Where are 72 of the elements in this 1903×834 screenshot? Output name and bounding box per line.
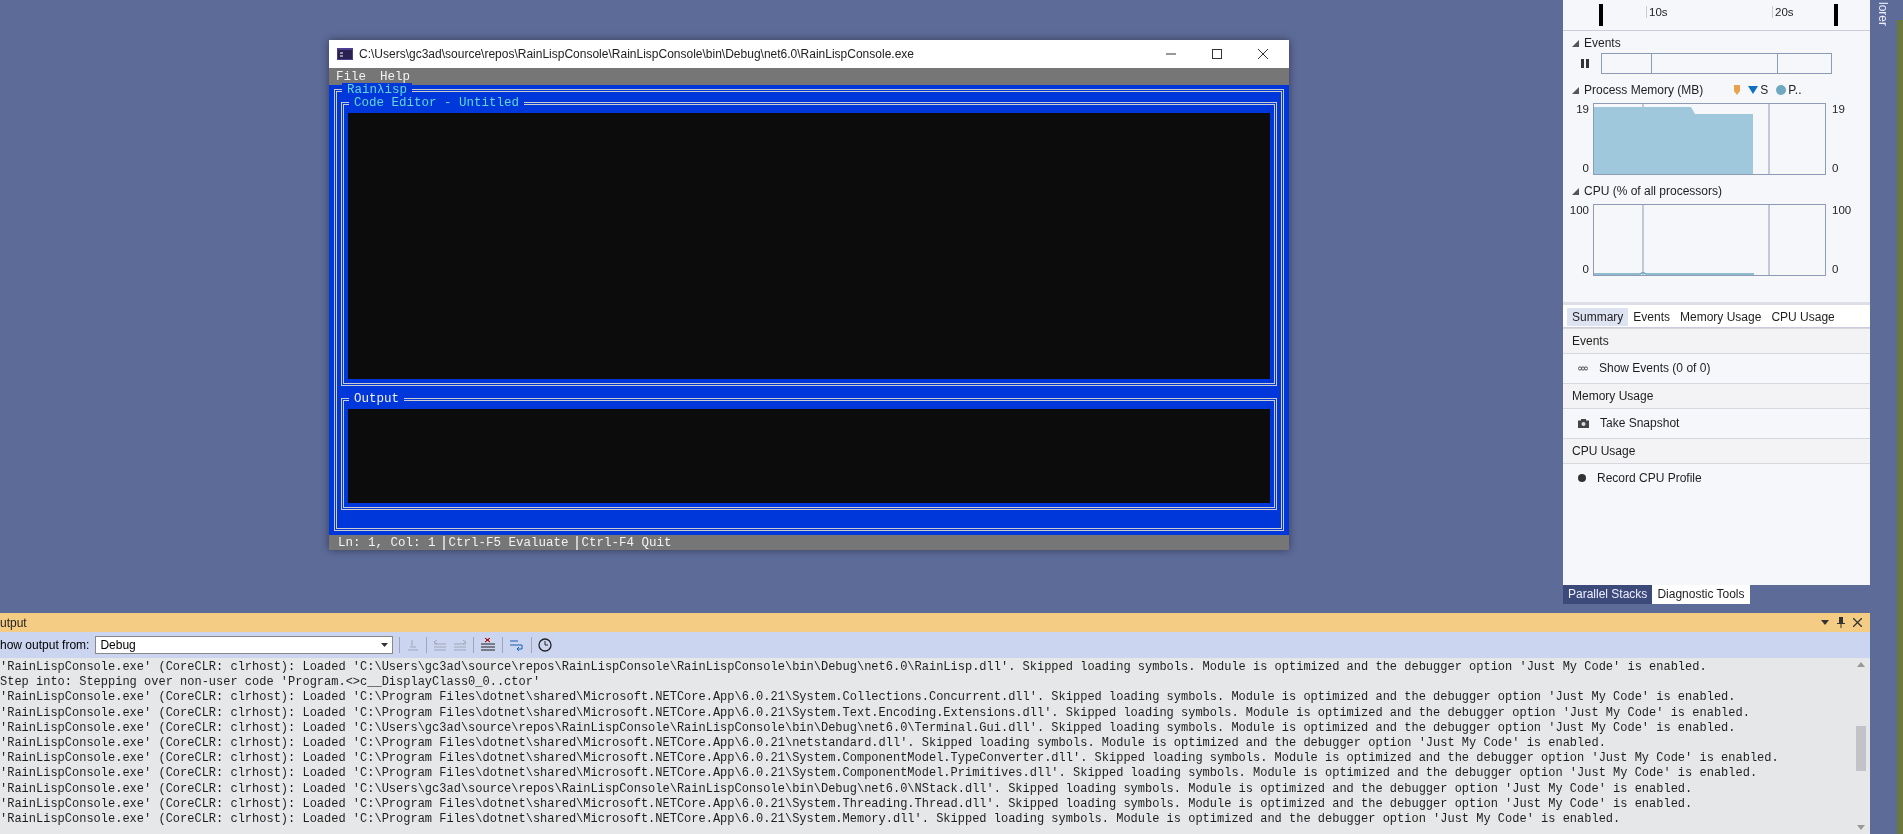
- section-heading: CPU Usage: [1572, 444, 1636, 458]
- output-line: 'RainLispConsole.exe' (CoreCLR: clrhost): Loaded 'C:\Program Files\dotnet\shared\Microsoft.NETCore.App\6.0.21\System.ComponentModel.Primitives.dll'. Skipped loading symbols. Module is optimized and the debugger option 'Just My Code' is enabled.: [0, 766, 1759, 782]
- output-line: 'RainLispConsole.exe' (CoreCLR: clrhost): Loaded 'C:\Program Files\dotnet\shared\Microsoft.NETCore.App\6.0.21\System.Memory.dll'. Skipped loading symbols. Module is optimized and the debugger option 'Just My Code' is enabled.: [0, 812, 1622, 828]
- status-item: Ctrl-F5 Evaluate: [442, 535, 576, 550]
- clock-icon[interactable]: [538, 638, 553, 652]
- tab[interactable]: Summary: [1567, 308, 1629, 326]
- axis-label: 19: [1576, 103, 1589, 116]
- ruler-label: 10s: [1646, 6, 1668, 18]
- tab[interactable]: Diagnostic Tools: [1652, 585, 1750, 604]
- section-heading: CPU (% of all processors): [1584, 184, 1723, 198]
- chain-icon: [1578, 365, 1588, 371]
- console-app-icon: [337, 48, 353, 60]
- pin-icon[interactable]: [1837, 617, 1845, 628]
- dropdown-icon[interactable]: [1821, 620, 1829, 625]
- action-link[interactable]: Record CPU Profile: [1597, 471, 1702, 485]
- output-line: 'RainLispConsole.exe' (CoreCLR: clrhost): Loaded 'C:\Program Files\dotnet\shared\Microsoft.NETCore.App\6.0.21\System.Threading.Thread.dll'. Skipped loading symbols. Module is optimized and the debugger option 'Just My Code' is enabled.: [0, 796, 1694, 813]
- side-tab[interactable]: lorer: [1876, 2, 1890, 26]
- panel-title: utput: [0, 615, 27, 630]
- section-heading: Memory Usage: [1572, 389, 1654, 403]
- scroll-down-icon[interactable]: [1857, 825, 1865, 830]
- axis-label: 100: [1569, 204, 1589, 217]
- word-wrap-icon[interactable]: [509, 638, 526, 652]
- axis-label: 0: [1582, 162, 1589, 175]
- output-source-dropdown[interactable]: Debug: [95, 636, 394, 654]
- record-icon: [1578, 474, 1586, 482]
- output-line: 'RainLispConsole.exe' (CoreCLR: clrhost): Loaded 'C:\Program Files\dotnet\shared\Microsoft.NETCore.App\6.0.21\System.ComponentModel.TypeConverter.dll'. Skipped loading symbols. Module is optimized and the debugger option 'Just My Code' is enabled.: [0, 751, 1780, 767]
- field-label: how output from:: [0, 638, 90, 652]
- status-item: Ctrl-F4 Quit: [575, 535, 679, 550]
- section-heading: Events: [1584, 36, 1621, 50]
- scroll-up-icon[interactable]: [1857, 662, 1865, 667]
- close-icon[interactable]: [1257, 48, 1269, 60]
- scroll-thumb[interactable]: [1856, 726, 1866, 771]
- maximize-icon[interactable]: [1211, 48, 1223, 60]
- range-handle[interactable]: [1599, 4, 1603, 26]
- axis-label: 19: [1832, 103, 1845, 116]
- section-heading: Events: [1572, 334, 1609, 348]
- close-icon[interactable]: [1853, 618, 1862, 627]
- output-line: 'RainLispConsole.exe' (CoreCLR: clrhost): Loaded 'C:\Users\gc3ad\source\repos\RainLispConsole\RainLispConsole\bin\Debug\net6.0\Terminal.Gui.dll'. Skipped loading symbols. Module is optimized and the debugger option 'Just My Code' is enabled.: [0, 720, 1737, 736]
- window-title: C:\Users\gc3ad\source\repos\RainLispConsole\RainLispConsole\bin\Debug\net6.0\RainLispConsole.exe: [359, 47, 915, 61]
- legend-label: S: [1760, 83, 1769, 97]
- menu-item[interactable]: File: [336, 69, 366, 84]
- axis-label: 100: [1832, 204, 1852, 217]
- axis-label: 0: [1832, 162, 1839, 175]
- range-handle[interactable]: [1834, 4, 1838, 26]
- axis-label: 0: [1832, 263, 1839, 276]
- tab[interactable]: Parallel Stacks: [1563, 585, 1653, 604]
- section-heading: Process Memory (MB): [1584, 83, 1704, 97]
- collapse-icon[interactable]: [1572, 86, 1579, 94]
- axis-label: 0: [1582, 263, 1589, 276]
- status-item: Ln: 1, Col: 1: [337, 535, 437, 550]
- frame-title: Output: [349, 392, 404, 406]
- caret-icon: [381, 643, 389, 647]
- menu-item[interactable]: Help: [380, 69, 411, 84]
- output-line: 'RainLispConsole.exe' (CoreCLR: clrhost): Loaded 'C:\Program Files\dotnet\shared\Microsoft.NETCore.App\6.0.21\System.Text.Encoding.Extensions.dll'. Skipped loading symbols. Module is optimized and the debugger option 'Just My Code' is enabled.: [0, 705, 1751, 721]
- output-line: Step into: Stepping over non-user code 'Program.<>c__DisplayClass0_0..ctor': [0, 675, 542, 691]
- camera-icon: [1578, 418, 1589, 428]
- tab[interactable]: CPU Usage: [1766, 308, 1840, 326]
- output-line: 'RainLispConsole.exe' (CoreCLR: clrhost): Loaded 'C:\Program Files\dotnet\shared\Microsoft.NETCore.App\6.0.21\System.Collections.Concurrent.dll'. Skipped loading symbols. Module is optimized and the debugger option 'Just My Code' is enabled.: [0, 690, 1737, 706]
- collapse-icon[interactable]: [1572, 39, 1579, 47]
- action-link[interactable]: Take Snapshot: [1600, 416, 1680, 430]
- frame-title: Rainλisp: [342, 83, 412, 97]
- ruler-label: 20s: [1772, 6, 1794, 18]
- output-line: 'RainLispConsole.exe' (CoreCLR: clrhost): Loaded 'C:\Users\gc3ad\source\repos\RainLispConsole\RainLispConsole\bin\Debug\net6.0\NStack.dll'. Skipped loading symbols. Module is optimized and the debugger option 'Just My Code' is enabled.: [0, 781, 1694, 797]
- tab[interactable]: Events: [1628, 308, 1676, 326]
- legend-label: P..: [1788, 83, 1802, 97]
- tab[interactable]: Memory Usage: [1675, 308, 1767, 326]
- collapse-icon[interactable]: [1572, 187, 1579, 195]
- output-line: 'RainLispConsole.exe' (CoreCLR: clrhost): Loaded 'C:\Program Files\dotnet\shared\Microsoft.NETCore.App\6.0.21\netstandard.dll'. Skipped loading symbols. Module is optimized and the debugger option 'Just My Code' is enabled.: [0, 736, 1607, 752]
- output-line: 'RainLispConsole.exe' (CoreCLR: clrhost): Loaded 'C:\Users\gc3ad\source\repos\RainLispConsole\RainLispConsole\bin\Debug\net6.0\RainLisp.dll'. Skipped loading symbols. Module is optimized and the debugger option 'Just My Code' is enabled.: [0, 660, 1708, 676]
- clear-all-icon[interactable]: [480, 638, 497, 652]
- action-link[interactable]: Show Events (0 of 0): [1599, 361, 1711, 375]
- pause-icon[interactable]: [1581, 59, 1589, 68]
